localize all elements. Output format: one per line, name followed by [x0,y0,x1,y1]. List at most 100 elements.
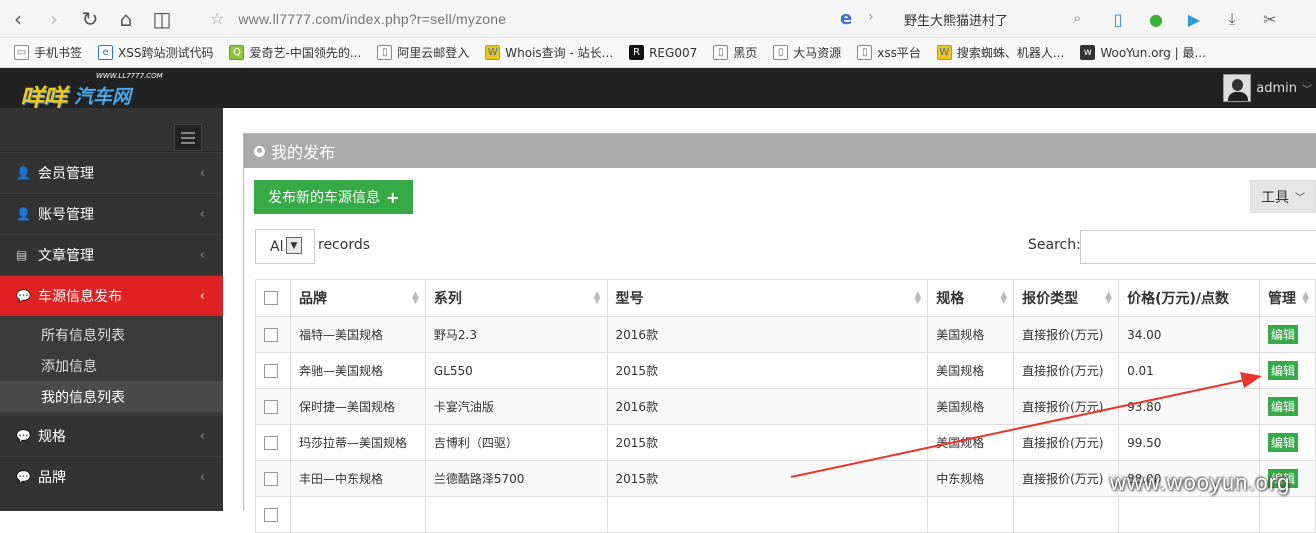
bookmark-item[interactable]: w WooYun.org | 最... [1080,44,1206,61]
forward-icon[interactable]: › [36,0,72,38]
sort-icon: ▲ ▼ [1105,290,1113,306]
download-icon[interactable]: ⤓ [1220,7,1244,31]
sort-icon: ▲ ▼ [1302,290,1309,306]
row-checkbox[interactable] [264,507,278,522]
sort-icon: ▲ ▼ [914,290,922,306]
site-icon: e [98,45,114,60]
bookmark-item[interactable]: W Whois查询 - 站长... [485,44,613,61]
column-header-model[interactable]: 型号 ▲ ▼ [606,279,929,317]
favorite-star-icon[interactable]: ☆ [210,9,224,28]
sort-icon: ▲ ▼ [593,290,601,306]
cell-model: 2015款 [606,352,929,389]
comments-icon: 💬 [16,289,31,303]
page-icon: ▯ [377,45,393,60]
bookmark-item[interactable]: ▭ 手机书签 [14,44,82,61]
scissors-icon[interactable]: ✂ [1258,7,1282,31]
column-header-series[interactable]: 系列 ▲ ▼ [424,279,608,317]
home-icon[interactable]: ⌂ [108,0,144,38]
bookmark-item[interactable]: ▯ 大马资源 [773,44,841,61]
cell-spec: 中东规格 [927,460,1015,497]
cell-price: 93.80 [1118,388,1260,425]
play-icon[interactable]: ▶ [1182,7,1206,31]
column-header-quote-type[interactable]: 报价类型 ▲ ▼ [1013,279,1120,317]
cell-series: 野马2.3 [424,316,608,353]
reload-icon[interactable]: ↻ [72,0,108,38]
sidebar-item-accounts[interactable]: 👤 账号管理 ‹ [0,193,223,234]
wechat-icon[interactable]: ● [1144,7,1168,31]
sidebar-item-specs[interactable]: 💬 规格 ‹ [0,415,223,456]
edit-button[interactable]: 编辑 [1267,397,1298,416]
column-header-brand[interactable]: 品牌 ▲ ▼ [289,279,426,317]
page-icon: ▯ [713,45,729,60]
sort-icon: ▲ ▼ [1000,290,1008,306]
select-all-checkbox[interactable] [264,291,278,305]
column-header-actions[interactable]: 管理 ▲ ▼ [1258,279,1316,317]
cell-spec: 美国规格 [927,316,1015,353]
cell-quote-type: 直接报价(万元) [1013,460,1120,497]
row-checkbox[interactable] [264,399,278,414]
chevron-left-icon: ‹ [199,429,205,444]
browser-engine-icon[interactable]: e [840,8,852,29]
sidebar-item-brands[interactable]: 💬 品牌 ‹ [0,456,223,497]
chevron-down-icon: ﹀ [1295,193,1305,204]
browser-search-box[interactable]: 野生大熊猫进村了 [904,10,1008,29]
page-icon: ▯ [773,45,789,60]
user-icon: 👤 [16,207,31,221]
bookmark-item[interactable]: W 搜索蜘蛛、机器人... [936,44,1064,61]
reading-view-icon[interactable]: ◫ [144,0,180,38]
bookmark-item[interactable]: R REG007 [629,45,697,60]
bookmark-item[interactable]: ▯ xss平台 [857,44,921,61]
table-header-row: 品牌 ▲ ▼ 系列 ▲ ▼ 型号 ▲ ▼ 规格 ▲ ▼ 报价类型 ▲ ▼ 价格(万元)/点数 管理 ▲… [255,279,1316,317]
iqiyi-icon: Q [229,45,245,60]
edit-button[interactable]: 编辑 [1267,325,1298,344]
table-row: 奔驰—美国规格 GL550 2015款 美国规格 直接报价(万元) 0.01 编… [255,352,1316,389]
sidebar-subitem-add-listing[interactable]: 添加信息 [0,350,223,381]
bookmark-item[interactable]: Q 爱奇艺-中国领先的... [229,44,361,61]
wooyun-icon: w [1080,45,1096,60]
cell-brand: 奔驰—美国规格 [289,352,426,389]
column-header-spec[interactable]: 规格 ▲ ▼ [927,279,1015,317]
cell-model: 2016款 [606,388,929,425]
user-menu[interactable]: admin ﹀ [1223,72,1316,104]
phone-icon[interactable]: ▯ [1106,7,1130,31]
app-header: 咩咩 汽车网 WWW.LL7777.COM admin ﹀ [0,68,1316,112]
sidebar-subitem-all-listings[interactable]: 所有信息列表 [0,319,223,350]
column-header-price[interactable]: 价格(万元)/点数 [1118,279,1260,317]
folder-icon: ▭ [14,45,29,60]
cell-series: GL550 [424,352,608,389]
edit-button[interactable]: 编辑 [1267,361,1298,380]
search-icon[interactable]: ⌕ [1073,9,1081,27]
cell-model: 2016款 [606,316,929,353]
bookmark-item[interactable]: e XSS跨站测试代码 [98,44,213,61]
bookmark-item[interactable]: ▯ 阿里云邮登入 [377,44,469,61]
bookmark-item[interactable]: ▯ 黑页 [713,44,757,61]
records-label: records [318,237,371,253]
sort-icon: ▲ ▼ [411,290,419,306]
sidebar-item-members[interactable]: 👤 会员管理 ‹ [0,152,223,193]
globe-icon [254,145,265,157]
row-checkbox[interactable] [264,471,278,486]
sidebar-subitem-my-listings[interactable]: 我的信息列表 [0,381,223,412]
table-row: 福特—美国规格 野马2.3 2016款 美国规格 直接报价(万元) 34.00 … [255,316,1316,353]
bookmark-bar: ▭ 手机书签 e XSS跨站测试代码 Q 爱奇艺-中国领先的... ▯ 阿里云邮登入 W… [0,38,1316,68]
sidebar-item-articles[interactable]: ▤ 文章管理 ‹ [0,234,223,275]
cell-spec: 美国规格 [927,388,1015,425]
chevron-left-icon: ‹ [199,248,205,263]
user-name: admin [1256,80,1297,96]
edit-button[interactable]: 编辑 [1267,433,1298,452]
row-checkbox[interactable] [264,327,278,342]
dropdown-arrow-icon[interactable]: ▼ [286,237,302,254]
cell-brand: 玛莎拉蒂—美国规格 [289,424,426,461]
table-search-input[interactable] [1080,230,1316,264]
back-icon[interactable]: ‹ [0,0,36,38]
tools-dropdown-button[interactable]: 工具 ﹀ [1250,180,1316,213]
page-length-select[interactable]: Al ▼ [255,229,315,264]
sidebar-toggle-button[interactable] [174,124,202,151]
cell-quote-type: 直接报价(万元) [1013,352,1120,389]
address-bar[interactable]: www.ll7777.com/index.php?r=sell/myzone [238,11,506,27]
site-logo[interactable]: 咩咩 汽车网 WWW.LL7777.COM [20,72,170,112]
row-checkbox[interactable] [264,363,278,378]
row-checkbox[interactable] [264,435,278,450]
add-listing-button[interactable]: 发布新的车源信息 + [254,180,414,214]
sidebar-item-car-listings[interactable]: 💬 车源信息发布 ‹ [0,275,223,316]
